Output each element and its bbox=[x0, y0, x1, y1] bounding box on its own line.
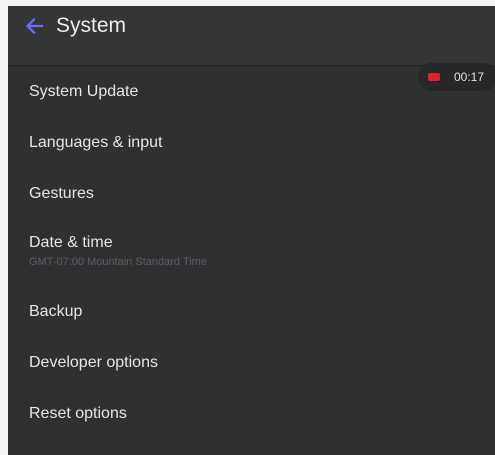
settings-item-label: Reset options bbox=[29, 405, 127, 422]
settings-item-label: Languages & input bbox=[29, 134, 163, 151]
recording-timer: 00:17 bbox=[454, 70, 485, 84]
arrow-left-icon bbox=[25, 17, 44, 35]
settings-list: System Update Languages & input Gestures… bbox=[8, 65, 495, 438]
page-title: System bbox=[56, 14, 127, 37]
screen-recorder-badge[interactable]: 00:17 bbox=[418, 63, 495, 91]
app-bar: System bbox=[8, 6, 495, 65]
settings-item-backup[interactable]: Backup bbox=[8, 285, 495, 336]
settings-item-gestures[interactable]: Gestures bbox=[8, 167, 495, 218]
settings-item-languages-input[interactable]: Languages & input bbox=[8, 116, 495, 167]
settings-item-label: Date & time bbox=[29, 234, 113, 251]
settings-item-reset-options[interactable]: Reset options bbox=[8, 387, 495, 438]
record-icon bbox=[428, 73, 440, 81]
settings-item-label: Gestures bbox=[29, 185, 94, 202]
back-button[interactable] bbox=[22, 14, 46, 38]
settings-item-date-time[interactable]: Date & time GMT-07:00 Mountain Standard … bbox=[8, 218, 495, 285]
settings-item-label: Backup bbox=[29, 303, 83, 320]
settings-item-developer-options[interactable]: Developer options bbox=[8, 336, 495, 387]
settings-item-label: Developer options bbox=[29, 354, 158, 371]
settings-item-summary: GMT-07:00 Mountain Standard Time bbox=[29, 256, 207, 268]
